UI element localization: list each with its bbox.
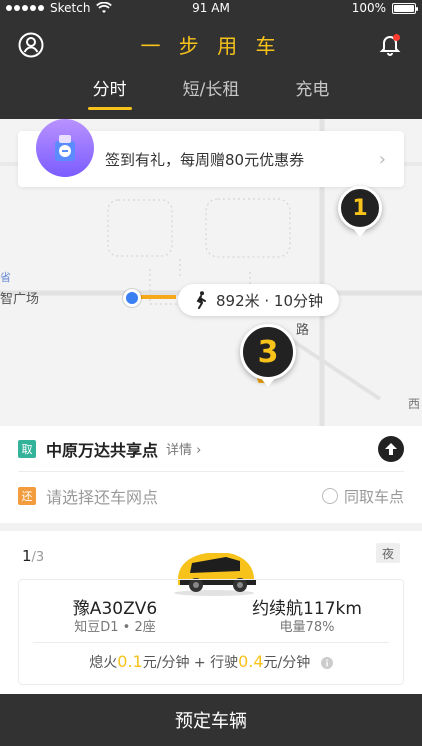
chevron-right-icon: › — [378, 149, 386, 170]
divider — [33, 642, 389, 643]
dropoff-tag: 还 — [18, 487, 36, 505]
battery-group: 100% — [351, 1, 418, 15]
tab-rental[interactable]: 短/长租 — [183, 75, 240, 100]
night-mode-toggle[interactable]: 夜 — [376, 543, 400, 563]
promo-text: 签到有礼，每周赠80元优惠券 — [105, 150, 305, 169]
car-pager: 1/3 — [22, 547, 44, 565]
map-label-road: 路 — [296, 323, 310, 338]
car-detail-box: 豫A30ZV6 知豆D1 • 2座 约续航117km 电量78% 熄火0.1元/… — [18, 579, 404, 685]
walk-info: 892米 · 10分钟 — [178, 284, 340, 316]
info-icon[interactable] — [320, 657, 333, 669]
navigate-up-button[interactable] — [378, 435, 404, 462]
car-model: 知豆D1 • 2座 — [74, 620, 156, 635]
car-pin-3[interactable]: 3 — [240, 324, 296, 380]
gift-badge-icon — [36, 119, 94, 177]
app-title: 一 步 用 车 — [140, 34, 282, 58]
same-as-pickup-label: 同取车点 — [343, 487, 404, 506]
pin-number: 1 — [352, 195, 368, 221]
price-drive: 0.4 — [238, 652, 264, 671]
reserve-car-button[interactable]: 预定车辆 — [0, 694, 422, 746]
car-power: 电量78% — [279, 620, 335, 635]
battery-icon — [392, 2, 418, 14]
dropoff-placeholder[interactable]: 请选择还车网点 — [46, 484, 158, 508]
pin-number: 3 — [257, 334, 279, 370]
same-as-pickup-toggle[interactable]: 同取车点 — [321, 486, 404, 507]
notification-bell[interactable] — [378, 32, 402, 56]
dropoff-row[interactable]: 还 请选择还车网点 同取车点 — [18, 473, 404, 519]
map-label-west: 西 — [408, 397, 421, 411]
top-bar: Sketch 91 AM 100% 一 步 用 车 分时 短/长租 充电 — [0, 0, 422, 119]
bell-icon — [379, 34, 401, 56]
battery-text: 100% — [351, 1, 386, 15]
station-panel: 取 中原万达共享点 详情 › 还 请选择还车网点 同取车点 — [0, 426, 422, 523]
map-label-place: 智广场 — [0, 292, 40, 307]
radio-circle-icon — [321, 488, 338, 504]
tab-bar: 分时 短/长租 充电 — [0, 75, 422, 100]
price-line: 熄火0.1元/分钟 + 行驶0.4元/分钟 — [19, 652, 403, 672]
car-card: 1/3 夜 豫A30ZV6 知豆D1 • 2座 约续航117km 电量78% 熄… — [0, 523, 422, 694]
tab-minute[interactable]: 分时 — [93, 75, 127, 100]
pickup-name: 中原万达共享点 — [46, 440, 159, 460]
price-prefix: 熄火 — [89, 655, 118, 671]
walk-text: 892米 · 10分钟 — [216, 291, 324, 310]
price-suffix: 元/分钟 — [263, 655, 311, 671]
reserve-car-label: 预定车辆 — [175, 711, 247, 732]
arrow-up-icon — [385, 442, 397, 455]
map-label-left: 省 — [0, 271, 11, 284]
pickup-row[interactable]: 取 中原万达共享点 详情 › — [18, 426, 404, 472]
walking-icon — [196, 291, 206, 309]
pickup-tag: 取 — [18, 439, 36, 458]
tab-charging[interactable]: 充电 — [295, 75, 329, 100]
promo-banner[interactable]: 签到有礼，每周赠80元优惠券 › — [18, 119, 404, 187]
current-location-dot — [123, 289, 141, 307]
status-bar: Sketch 91 AM 100% — [0, 0, 422, 18]
price-idle: 0.1 — [117, 652, 143, 671]
car-pin-1[interactable]: 1 — [338, 186, 382, 230]
pager-total: /3 — [31, 550, 45, 565]
price-mid: 元/分钟 + 行驶 — [142, 655, 239, 671]
pager-current: 1 — [22, 547, 32, 565]
pickup-detail-link[interactable]: 详情 › — [166, 439, 201, 458]
